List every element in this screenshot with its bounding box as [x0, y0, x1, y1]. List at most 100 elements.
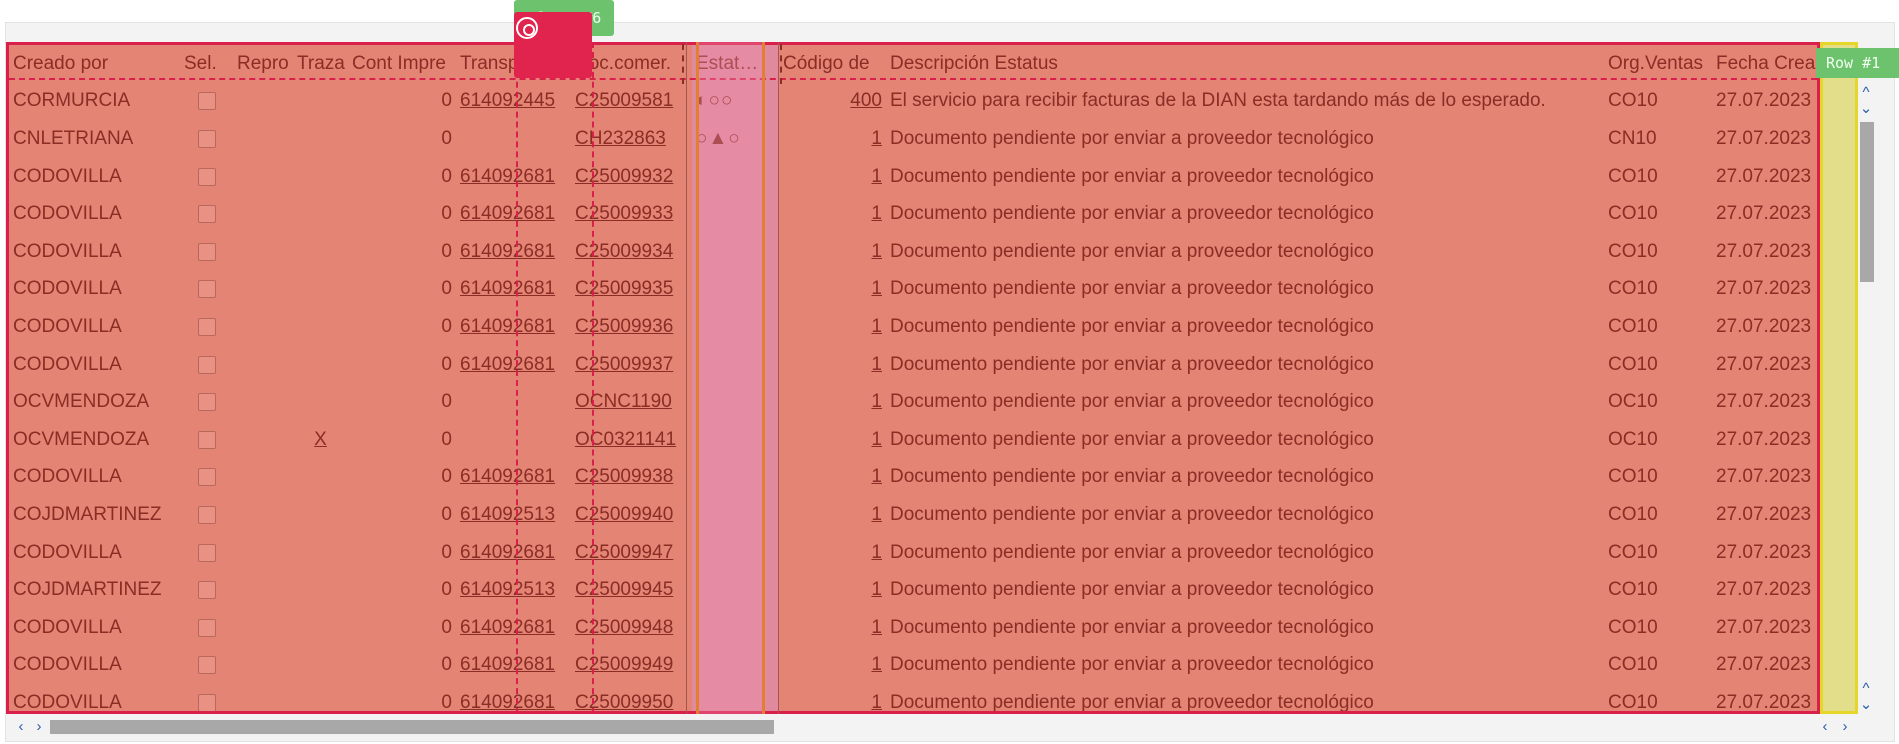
cell-transporte-link[interactable]: 614092681 — [456, 195, 571, 233]
sel-checkbox[interactable] — [197, 317, 216, 336]
scroll-up-icon[interactable]: ^ — [1859, 85, 1873, 100]
column-resize-handle[interactable] — [762, 42, 765, 714]
sel-checkbox[interactable] — [197, 468, 216, 487]
cell-transporte-link[interactable]: 614092681 — [456, 459, 571, 497]
col-header-fecha-crea[interactable]: Fecha Crea — [1712, 45, 1817, 83]
horizontal-scroll-thumb[interactable] — [50, 720, 774, 734]
cell-codigo-link[interactable]: 1 — [779, 496, 886, 534]
cell-doc-comer-link[interactable]: OC0321141 — [571, 421, 692, 459]
cell-transporte-link[interactable]: 614092513 — [456, 496, 571, 534]
sel-checkbox[interactable] — [197, 656, 216, 675]
cell-traza[interactable] — [293, 647, 348, 685]
cell-doc-comer-link[interactable]: C25009932 — [571, 158, 692, 196]
cell-traza[interactable] — [293, 195, 348, 233]
cell-transporte-link[interactable]: 614092513 — [456, 571, 571, 609]
scroll-left-icon[interactable]: ‹ — [14, 719, 28, 734]
cell-codigo-link[interactable]: 1 — [779, 571, 886, 609]
cell-codigo-link[interactable]: 1 — [779, 271, 886, 309]
table-row[interactable]: CODOVILLA 0 614092681 C25009949 1 Documento p… — [9, 646, 1817, 685]
cell-traza[interactable]: X — [293, 421, 348, 459]
cell-transporte-link[interactable]: 614092681 — [456, 346, 571, 384]
cell-doc-comer-link[interactable]: OCNC1190 — [571, 383, 692, 421]
table-row[interactable]: CODOVILLA 0 614092681 C25009950 1 Documento p… — [9, 684, 1817, 711]
table-row[interactable]: CODOVILLA 0 614092681 C25009937 1 Documento p… — [9, 345, 1817, 384]
sel-checkbox[interactable] — [197, 129, 216, 148]
cell-codigo-link[interactable]: 1 — [779, 195, 886, 233]
scroll-left-end-icon[interactable]: ‹ — [1818, 719, 1832, 734]
table-row[interactable]: OCVMENDOZA 0 OCNC1190 1 Documento pendiente … — [9, 383, 1817, 421]
cell-codigo-link[interactable]: 1 — [779, 346, 886, 384]
sel-checkbox[interactable] — [197, 430, 216, 449]
col-header-descripcion[interactable]: Descripción Estatus — [886, 45, 1604, 83]
table-row[interactable]: CORMURCIA 0 614092445 C25009581 ◐○○ 400 El ser… — [9, 82, 1817, 121]
cell-transporte-link[interactable]: 614092681 — [456, 534, 571, 572]
cell-doc-comer-link[interactable]: C25009937 — [571, 346, 692, 384]
cell-transporte-link[interactable]: 614092681 — [456, 308, 571, 346]
cell-traza[interactable] — [293, 459, 348, 497]
vertical-scroll-thumb[interactable] — [1860, 122, 1874, 282]
cell-doc-comer-link[interactable]: C25009935 — [571, 271, 692, 309]
cell-doc-comer-link[interactable]: C25009940 — [571, 496, 692, 534]
cell-doc-comer-link[interactable]: C25009581 — [571, 83, 692, 121]
sel-checkbox[interactable] — [197, 505, 216, 524]
cell-transporte-link[interactable]: 614092681 — [456, 233, 571, 271]
cell-traza[interactable] — [293, 271, 348, 309]
sel-checkbox[interactable] — [197, 543, 216, 562]
sel-checkbox[interactable] — [197, 693, 216, 711]
scroll-up-bottom-icon[interactable]: ^ — [1859, 681, 1873, 696]
vertical-scrollbar[interactable] — [1858, 80, 1874, 714]
cell-codigo-link[interactable]: 1 — [779, 158, 886, 196]
table-row[interactable]: CODOVILLA 0 614092681 C25009938 1 Documento p… — [9, 458, 1817, 497]
sel-checkbox[interactable] — [197, 167, 216, 186]
sel-checkbox[interactable] — [197, 618, 216, 637]
cell-transporte-link[interactable]: 614092681 — [456, 684, 571, 711]
cell-traza[interactable] — [293, 684, 348, 711]
horizontal-scrollbar[interactable] — [50, 718, 1820, 736]
sel-checkbox[interactable] — [197, 393, 216, 412]
cell-codigo-link[interactable]: 1 — [779, 534, 886, 572]
cell-doc-comer-link[interactable]: C25009933 — [571, 195, 692, 233]
scroll-down-bottom-icon[interactable]: ⌄ — [1859, 697, 1873, 712]
cell-traza[interactable] — [293, 233, 348, 271]
table-row[interactable]: CODOVILLA 0 614092681 C25009936 1 Documento p… — [9, 308, 1817, 346]
cell-codigo-link[interactable]: 1 — [779, 383, 886, 421]
cell-doc-comer-link[interactable]: C25009950 — [571, 684, 692, 711]
cell-doc-comer-link[interactable]: C25009945 — [571, 571, 692, 609]
cell-doc-comer-link[interactable]: C25009936 — [571, 308, 692, 346]
cell-transporte-link[interactable]: 614092445 — [456, 83, 571, 121]
cell-doc-comer-link[interactable]: C25009947 — [571, 534, 692, 572]
table-row[interactable]: CODOVILLA 0 614092681 C25009935 1 Documento p… — [9, 270, 1817, 309]
table-row[interactable]: CNLETRIANA 0 CH232863 ○▲○ 1 Documento pendien… — [9, 120, 1817, 158]
cell-traza[interactable] — [293, 83, 348, 121]
sel-checkbox[interactable] — [197, 92, 216, 111]
cell-traza[interactable] — [293, 609, 348, 647]
cell-traza[interactable] — [293, 346, 348, 384]
col-header-cont-impre[interactable]: Cont Impre — [348, 45, 456, 83]
cell-codigo-link[interactable]: 1 — [779, 609, 886, 647]
cell-transporte-link[interactable] — [456, 120, 571, 158]
cell-codigo-link[interactable]: 1 — [779, 120, 886, 158]
col-header-sel[interactable]: Sel. — [180, 45, 233, 83]
cell-codigo-link[interactable]: 1 — [779, 421, 886, 459]
cell-codigo-link[interactable]: 1 — [779, 459, 886, 497]
col-header-repro[interactable]: Repro — [233, 45, 293, 83]
scroll-right-icon[interactable]: › — [32, 719, 46, 734]
sel-checkbox[interactable] — [197, 355, 216, 374]
cell-traza[interactable] — [293, 383, 348, 421]
cell-traza[interactable] — [293, 496, 348, 534]
cell-doc-comer-link[interactable]: C25009938 — [571, 459, 692, 497]
scroll-down-icon[interactable]: ⌄ — [1859, 101, 1873, 116]
table-row[interactable]: COJDMARTINEZ 0 614092513 C25009940 1 Document… — [9, 496, 1817, 534]
sel-checkbox[interactable] — [197, 581, 216, 600]
data-grid[interactable]: Creado por Sel. Repro Traza Cont Impre T… — [6, 42, 1820, 714]
col-header-org-ventas[interactable]: Org.Ventas — [1604, 45, 1712, 83]
cell-transporte-link[interactable] — [456, 421, 571, 459]
sel-checkbox[interactable] — [197, 205, 216, 224]
table-row[interactable]: CODOVILLA 0 614092681 C25009947 1 Documento p… — [9, 533, 1817, 572]
sel-checkbox[interactable] — [197, 242, 216, 261]
cell-traza[interactable] — [293, 308, 348, 346]
cell-traza[interactable] — [293, 571, 348, 609]
column-resize-handle[interactable] — [696, 42, 699, 714]
table-row[interactable]: CODOVILLA 0 614092681 C25009948 1 Documento p… — [9, 608, 1817, 647]
table-row[interactable]: CODOVILLA 0 614092681 C25009932 1 Documento p… — [9, 157, 1817, 196]
